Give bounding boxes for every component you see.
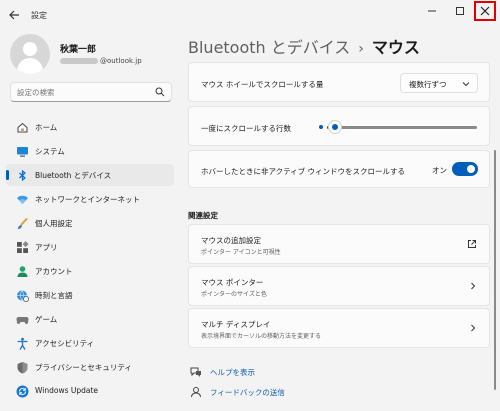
related-item-sub: ポインターのサイズと色 bbox=[201, 291, 267, 298]
related-item-mouse-pointer[interactable]: マウス ポインター ポインターのサイズと色 bbox=[188, 266, 490, 306]
shield-icon bbox=[15, 360, 29, 374]
scrollbar[interactable] bbox=[494, 150, 496, 390]
toggle-state-label: オン bbox=[432, 166, 447, 175]
wheel-scroll-dropdown[interactable]: 複数行ずつ bbox=[400, 73, 478, 93]
minimize-button[interactable] bbox=[420, 0, 444, 22]
arrow-left-icon bbox=[9, 10, 19, 20]
search-icon[interactable] bbox=[155, 87, 165, 97]
related-item-sub: ポインター アイコンと可視性 bbox=[201, 249, 281, 256]
breadcrumb-separator: › bbox=[358, 41, 364, 57]
person-icon bbox=[15, 264, 29, 278]
wheel-scroll-value: 複数行ずつ bbox=[409, 80, 447, 89]
sidebar-item-gaming[interactable]: ゲーム bbox=[6, 308, 174, 330]
user-email: @outlook.jp bbox=[60, 57, 142, 65]
external-link-icon bbox=[468, 240, 476, 248]
breadcrumb: Bluetooth とデバイス › マウス bbox=[188, 34, 420, 58]
settings-search[interactable] bbox=[10, 82, 172, 102]
related-item-label: マウスの追加設定 bbox=[201, 236, 261, 245]
help-icon bbox=[190, 367, 201, 377]
inactive-scroll-label: ホバーしたときに非アクティブ ウィンドウをスクロールする bbox=[201, 167, 406, 176]
sidebar-item-accounts[interactable]: アカウント bbox=[6, 260, 174, 282]
sidebar-item-network[interactable]: ネットワークとインターネット bbox=[6, 188, 174, 210]
sidebar-nav: ホーム システム Bluetooth とデバイス ネットワークとインターネット … bbox=[6, 116, 174, 404]
bluetooth-icon bbox=[15, 168, 29, 182]
related-item-mouse-additional[interactable]: マウスの追加設定 ポインター アイコンと可視性 bbox=[188, 224, 490, 264]
home-icon bbox=[15, 120, 29, 134]
related-item-label: マウス ポインター bbox=[201, 278, 264, 287]
sidebar-item-home[interactable]: ホーム bbox=[6, 116, 174, 138]
breadcrumb-parent[interactable]: Bluetooth とデバイス bbox=[188, 38, 350, 57]
related-item-multi-display[interactable]: マルチ ディスプレイ 表示境界面でカーソルの移動方法を変更する bbox=[188, 308, 490, 348]
minimize-icon bbox=[428, 10, 436, 12]
sidebar-item-system[interactable]: システム bbox=[6, 140, 174, 162]
close-button[interactable] bbox=[474, 1, 496, 21]
title-bar: 設定 bbox=[0, 0, 500, 30]
update-icon bbox=[15, 384, 29, 398]
sidebar-item-privacy-security[interactable]: プライバシーとセキュリティ bbox=[6, 356, 174, 378]
user-profile[interactable]: 秋葉一郎 @outlook.jp bbox=[10, 34, 170, 74]
sidebar-item-personalization[interactable]: 個人用設定 bbox=[6, 212, 174, 234]
maximize-icon bbox=[456, 7, 464, 15]
chevron-right-icon bbox=[471, 324, 476, 332]
user-name: 秋葉一郎 bbox=[60, 45, 97, 55]
globe-clock-icon bbox=[15, 288, 29, 302]
slider-thumb[interactable] bbox=[328, 120, 342, 134]
chevron-down-icon bbox=[462, 82, 470, 87]
related-item-sub: 表示境界面でカーソルの移動方法を変更する bbox=[201, 333, 322, 340]
maximize-button[interactable] bbox=[448, 0, 472, 22]
accessibility-icon bbox=[15, 336, 29, 350]
sidebar-item-windows-update[interactable]: Windows Update bbox=[6, 380, 174, 402]
page-title: マウス bbox=[371, 38, 420, 57]
sidebar-item-bluetooth[interactable]: Bluetooth とデバイス bbox=[6, 164, 174, 186]
gamepad-icon bbox=[15, 312, 29, 326]
chevron-right-icon bbox=[471, 282, 476, 290]
wheel-scroll-card: マウス ホイールでスクロールする量 複数行ずつ bbox=[188, 62, 490, 102]
related-settings-title: 関連設定 bbox=[188, 211, 218, 220]
app-title: 設定 bbox=[31, 11, 47, 20]
related-item-label: マルチ ディスプレイ bbox=[201, 320, 271, 329]
feedback-icon bbox=[191, 387, 201, 398]
inactive-scroll-toggle[interactable] bbox=[452, 162, 478, 176]
close-icon bbox=[480, 6, 490, 16]
lines-to-scroll-card: 一度にスクロールする行数 bbox=[188, 106, 490, 146]
avatar bbox=[10, 34, 50, 74]
display-icon bbox=[15, 144, 29, 158]
back-button[interactable] bbox=[6, 7, 22, 23]
inactive-scroll-card: ホバーしたときに非アクティブ ウィンドウをスクロールする オン bbox=[188, 150, 490, 188]
lines-to-scroll-slider[interactable] bbox=[319, 120, 477, 134]
lines-to-scroll-label: 一度にスクロールする行数 bbox=[201, 124, 291, 133]
search-input[interactable] bbox=[17, 86, 147, 99]
wheel-scroll-label: マウス ホイールでスクロールする量 bbox=[201, 80, 324, 89]
sidebar-item-accessibility[interactable]: アクセシビリティ bbox=[6, 332, 174, 354]
wifi-icon bbox=[15, 192, 29, 206]
sidebar-item-time-language[interactable]: 時刻と言語 bbox=[6, 284, 174, 306]
slider-min-dot bbox=[319, 125, 323, 129]
sidebar-item-apps[interactable]: アプリ bbox=[6, 236, 174, 258]
redacted-email-part bbox=[60, 58, 98, 64]
brush-icon bbox=[15, 216, 29, 230]
apps-icon bbox=[15, 240, 29, 254]
